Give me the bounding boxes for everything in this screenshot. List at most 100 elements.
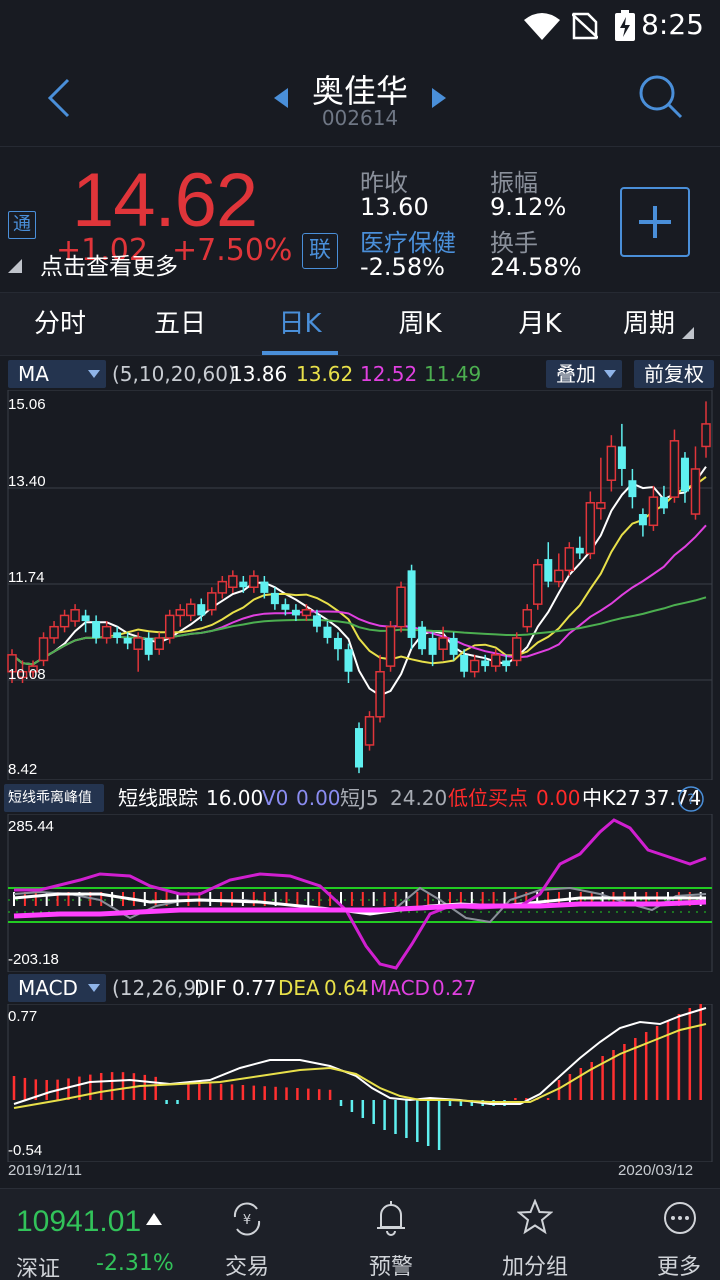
macd-axis-max: 0.77: [8, 1008, 38, 1025]
candle-body: [481, 660, 490, 667]
star-icon: [517, 1199, 553, 1235]
candle-body: [81, 615, 90, 622]
turnover-value: 24.58%: [490, 253, 582, 281]
macd-select[interactable]: MACD: [8, 974, 106, 1002]
macd-chart[interactable]: [0, 1004, 720, 1162]
candle-body: [659, 497, 668, 509]
candle-body: [133, 637, 143, 650]
macd-frame: [7, 1004, 713, 1162]
macd-select-label: MACD: [18, 976, 78, 1000]
candle-body: [312, 615, 321, 627]
candle-body: [701, 423, 711, 448]
corner-arrow-icon: [8, 259, 22, 273]
tab-intraday[interactable]: 分时: [0, 293, 120, 357]
candle-body: [364, 716, 375, 746]
chevron-down-icon: [604, 370, 616, 378]
add-group-button[interactable]: 加分组: [475, 1189, 595, 1280]
overlay-button[interactable]: 叠加: [546, 360, 622, 388]
price-axis-max: 15.06: [8, 396, 46, 413]
v0-value: 0.00: [296, 786, 341, 810]
plus-icon: [639, 206, 671, 238]
add-watchlist-button[interactable]: [620, 187, 690, 257]
short-frame: [7, 814, 713, 972]
buy-point-value: 0.00: [536, 786, 581, 810]
stock-code: 002614: [321, 106, 399, 130]
candle-body: [680, 457, 689, 492]
candle-body: [249, 575, 259, 589]
battery-charging-icon: [615, 10, 635, 41]
search-icon[interactable]: [636, 72, 686, 122]
candle-body: [301, 609, 312, 617]
tab-five-day[interactable]: 五日: [120, 293, 240, 357]
candle-body: [428, 637, 437, 655]
buy-point-label: 低位买点: [448, 786, 528, 810]
more-icon: [664, 1202, 696, 1234]
candle-body: [281, 604, 290, 610]
index-ticker[interactable]: 10941.01 深证 -2.31%: [0, 1189, 190, 1280]
candle-body: [544, 559, 553, 582]
candle-body: [575, 547, 584, 554]
tab-daily-k[interactable]: 日K: [240, 293, 360, 357]
candle-body: [449, 637, 458, 655]
adjust-button[interactable]: 前复权: [634, 360, 714, 388]
stock-header: 奥佳华 002614: [0, 52, 720, 146]
svg-text:¥: ¥: [243, 1213, 251, 1228]
tab-monthly-k[interactable]: 月K: [480, 293, 600, 357]
ma-select[interactable]: MA: [8, 360, 106, 388]
candle-body: [490, 654, 501, 667]
dea-value: 0.64: [324, 976, 369, 1000]
candle-body: [239, 581, 248, 588]
quote-panel[interactable]: 通 14.62 +1.02 +7.50% 点击查看更多 联 昨收 13.60 医…: [0, 146, 720, 292]
candle-body: [186, 603, 196, 617]
candle-body: [333, 637, 342, 650]
price-axis-4: 10.08: [8, 666, 46, 683]
alert-button[interactable]: 预警: [331, 1189, 451, 1280]
triangle-up-icon: [146, 1213, 162, 1225]
candle-body: [438, 637, 448, 650]
tong-badge[interactable]: 通: [8, 211, 36, 239]
ma5-line: [11, 466, 707, 697]
k27-label: 中K27: [582, 786, 641, 810]
no-sim-icon: [572, 12, 598, 40]
short-indicator-chart[interactable]: [0, 814, 720, 972]
wifi-icon: [524, 13, 560, 40]
short-axis-min: -203.18: [8, 951, 59, 968]
short-indicator-bar: 短线乖离峰值 短线跟踪 16.00 V0 0.00 短J5 24.20 低位买点…: [0, 784, 720, 814]
tab-period[interactable]: 周期: [594, 293, 704, 357]
candle-body: [92, 621, 101, 638]
help-icon[interactable]: ?: [676, 784, 706, 814]
candle-body: [638, 514, 647, 526]
candle-body: [164, 614, 175, 639]
short-main-value: 16.00: [206, 786, 264, 810]
candle-body: [628, 480, 637, 498]
current-price: 14.62: [72, 158, 258, 243]
more-hint[interactable]: 点击查看更多: [40, 247, 178, 281]
macd-params: (12,26,9): [112, 976, 204, 1000]
short-select[interactable]: 短线乖离峰值: [4, 784, 104, 812]
candle-body: [375, 670, 385, 718]
trade-label: 交易: [224, 1255, 269, 1280]
dif-label: DIF: [194, 976, 227, 1000]
more-label: 更多: [656, 1255, 701, 1280]
ma-indicator-bar: MA (5,10,20,60) 13.86 13.62 12.52 11.49 …: [0, 360, 720, 390]
trade-icon: ¥: [233, 1202, 261, 1236]
candle-body: [564, 547, 575, 572]
candle-body: [344, 649, 353, 672]
bell-icon: [377, 1201, 405, 1236]
candle-body: [175, 609, 185, 617]
short-axis-max: 285.44: [8, 818, 54, 835]
index-value: 10941.01: [16, 1205, 142, 1238]
candle-body: [669, 440, 680, 498]
more-button[interactable]: 更多: [619, 1189, 720, 1280]
candle-body: [617, 446, 626, 469]
ma20-value: 12.52: [360, 362, 418, 386]
candle-body: [217, 580, 228, 594]
candle-body: [385, 625, 396, 667]
macd-indicator-bar: MACD (12,26,9) DIF 0.77 DEA 0.64 MACD 0.…: [0, 974, 720, 1004]
next-stock-icon[interactable]: [430, 88, 446, 108]
tab-weekly-k[interactable]: 周K: [360, 293, 480, 357]
kline-chart[interactable]: [0, 390, 720, 780]
lian-badge[interactable]: 联: [302, 233, 338, 269]
trade-button[interactable]: ¥ 交易: [187, 1189, 307, 1280]
candle-body: [511, 637, 522, 662]
